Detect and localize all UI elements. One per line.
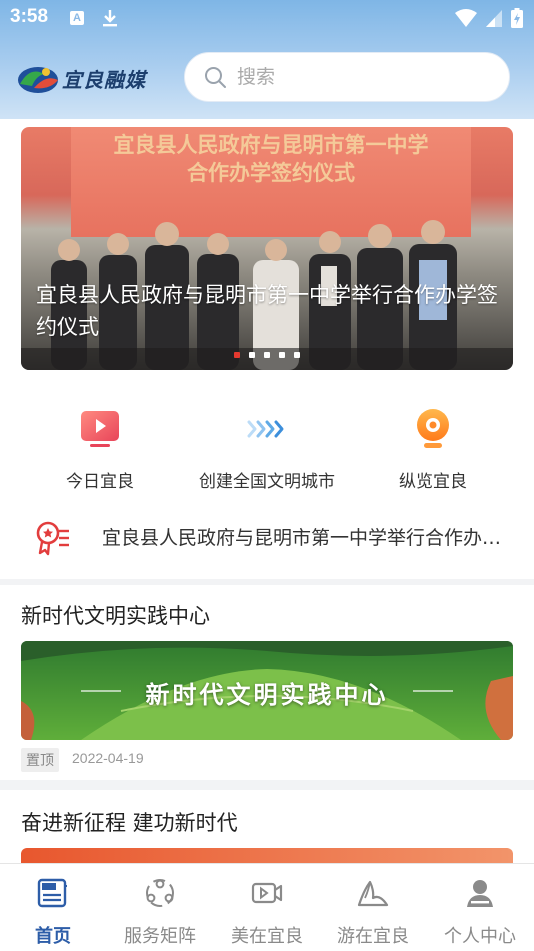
quick-entry-label: 纵览宜良 [399,472,467,492]
section-title[interactable]: 奋进新征程 建功新时代 [21,807,238,837]
carousel-dot[interactable] [279,352,285,358]
section-image-text: 新时代文明实践中心 [145,680,389,709]
nav-label: 服务矩阵 [124,926,196,947]
mountain-icon [357,880,389,907]
status-time: 3:58 [10,6,49,27]
logo-text: 宜良融媒 [62,67,146,92]
carousel-dot[interactable] [264,352,270,358]
banner-sign-line2: 合作办学签约仪式 [187,160,355,185]
quick-entry-civilized-city[interactable]: 创建全国文明城市 [177,407,357,492]
quick-entry-today[interactable]: 今日宜良 [10,407,190,492]
award-icon [36,521,69,556]
people-icon [146,879,174,907]
carousel-dots [234,352,300,358]
wifi-icon [455,9,477,27]
nav-home[interactable]: 首页 [0,876,106,948]
section-new-journey: 奋进新征程 建功新时代 [0,790,534,863]
nav-label: 游在宜良 [337,926,409,947]
video-icon [251,882,283,904]
banner-carousel[interactable]: 宜良县人民政府与昆明市第一中学 合作办学签约仪式 宜良县人民政府与昆明市第一中学… [21,127,513,370]
search-input[interactable] [237,66,477,88]
nav-travel[interactable]: 游在宜良 [320,876,426,948]
nav-profile[interactable]: 个人中心 [427,876,533,948]
section-civilization-center: 新时代文明实践中心 新时代文明实践中心 置顶 2022-04-19 [0,585,534,780]
carousel-dot[interactable] [294,352,300,358]
nav-label: 美在宜良 [231,926,303,947]
search-icon [205,67,226,88]
app-logo[interactable]: 宜良融媒 [16,58,162,98]
banner-sign-line1: 宜良县人民政府与昆明市第一中学 [113,132,429,157]
nav-label: 个人中心 [444,926,516,947]
quick-entry-label: 创建全国文明城市 [199,472,335,492]
tv-icon [81,411,119,447]
status-bar: 3:58 A [0,0,534,36]
signal-icon [486,10,502,27]
post-date: 2022-04-19 [72,750,144,766]
header-area: 3:58 A 宜良融媒 [0,0,534,119]
section-title[interactable]: 新时代文明实践中心 [21,600,210,630]
carousel-dot[interactable] [234,352,240,358]
bottom-nav: 首页 服务矩阵 美在宜良 游在宜良 个人中心 [0,863,534,951]
carousel-dot[interactable] [249,352,255,358]
news-icon [37,878,67,908]
banner-section: 宜良县人民政府与昆明市第一中学 合作办学签约仪式 宜良县人民政府与昆明市第一中学… [0,119,534,379]
section-image[interactable]: 新时代文明实践中心 [21,641,513,740]
nav-service[interactable]: 服务矩阵 [107,876,213,948]
status-indicators [454,7,524,29]
section-image[interactable] [21,848,513,863]
search-bar[interactable] [184,52,510,102]
logo-mark-icon [18,67,58,93]
arrows-icon [247,420,284,438]
download-icon [103,10,117,27]
banner-caption[interactable]: 宜良县人民政府与昆明市第一中学举行合作办学签约仪式 [36,279,501,343]
user-icon [467,880,493,907]
quick-entry-label: 今日宜良 [66,472,134,492]
quick-entries-section: 今日宜良 创建全国文明城市 纵览宜良 宜良县人民政府与昆明市第一中学举行合作办学 [0,379,534,579]
nav-label: 首页 [35,926,71,947]
pinned-tag: 置顶 [21,748,59,772]
camera-icon [417,409,449,448]
nav-beauty[interactable]: 美在宜良 [214,876,320,948]
notification-a-icon: A [70,11,84,25]
quick-entry-overview[interactable]: 纵览宜良 [343,407,523,492]
notice-bar[interactable]: 宜良县人民政府与昆明市第一中学举行合作办学签约仪式 [0,509,534,565]
battery-icon [511,8,523,28]
notice-text[interactable]: 宜良县人民政府与昆明市第一中学举行合作办学签约仪式 [102,523,502,550]
